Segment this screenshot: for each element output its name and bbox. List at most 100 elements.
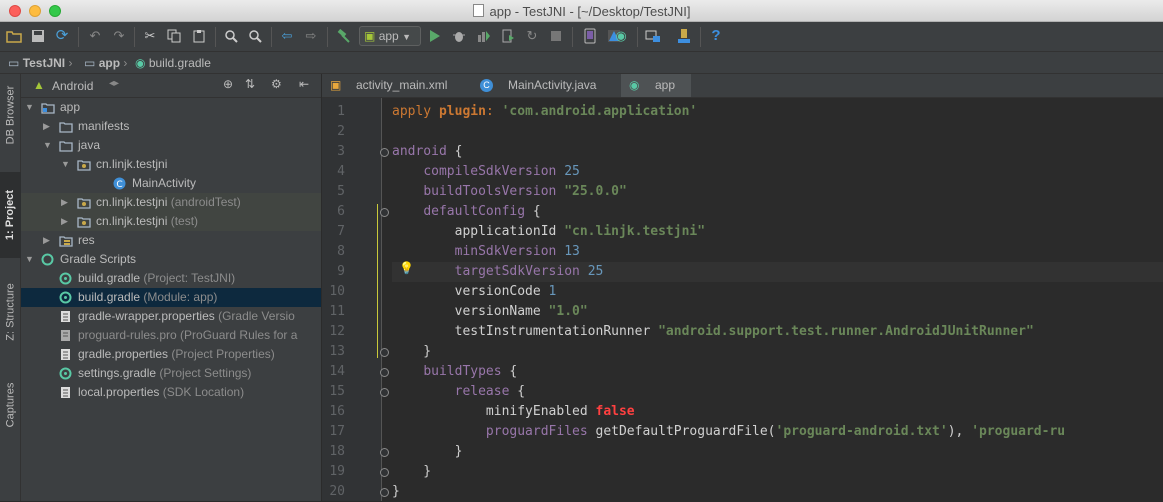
chevron-down-icon[interactable]: ▼	[25, 98, 35, 117]
tool-tab-captures[interactable]: Captures	[0, 366, 21, 444]
tree-item[interactable]: ▼ app	[21, 98, 321, 117]
tab-mainactivity-java[interactable]: C MainActivity.java	[470, 74, 620, 97]
tree-item[interactable]: ▼ cn.linjk.testjni	[21, 155, 321, 174]
android-monitor-icon[interactable]: ◉	[613, 28, 629, 44]
chevron-down-icon[interactable]: ▼	[43, 136, 53, 155]
tree-item[interactable]: proguard-rules.pro (ProGuard Rules for a	[21, 326, 321, 345]
code-line[interactable]: testInstrumentationRunner "android.suppo…	[392, 322, 1163, 342]
tree-item[interactable]: ▶ manifests	[21, 117, 321, 136]
tree-item[interactable]: gradle-wrapper.properties (Gradle Versio	[21, 307, 321, 326]
replace-icon[interactable]	[247, 28, 263, 44]
chevron-right-icon[interactable]: ▶	[43, 231, 53, 250]
copy-icon[interactable]	[166, 28, 182, 44]
code-line[interactable]: compileSdkVersion 25	[392, 162, 1163, 182]
code-line[interactable]: versionName "1.0"	[392, 302, 1163, 322]
tool-tab-db-browser[interactable]: DB Browser	[0, 76, 21, 154]
apply-changes-icon[interactable]	[500, 28, 516, 44]
code-line[interactable]	[392, 122, 1163, 142]
forward-icon[interactable]: ⇨	[303, 28, 319, 44]
lightbulb-icon[interactable]: 💡	[399, 261, 414, 275]
save-all-icon[interactable]	[30, 28, 46, 44]
code-line[interactable]: defaultConfig {	[392, 202, 1163, 222]
tree-item[interactable]: build.gradle (Project: TestJNI)	[21, 269, 321, 288]
chevron-down-icon[interactable]: ▼	[61, 155, 71, 174]
hide-panel-icon[interactable]: ⇤	[299, 77, 309, 91]
code-line[interactable]: release {	[392, 382, 1163, 402]
project-structure-icon[interactable]	[645, 28, 661, 44]
fold-marker-icon[interactable]	[380, 208, 389, 217]
code-line[interactable]: buildTypes {	[392, 362, 1163, 382]
gear-icon[interactable]: ⚙	[271, 77, 282, 91]
code-line[interactable]: applicationId "cn.linjk.testjni"	[392, 222, 1163, 242]
breadcrumb-item-file[interactable]: ◉ build.gradle	[135, 55, 211, 71]
rerun-icon[interactable]: ↻	[524, 28, 540, 44]
tool-tab-project[interactable]: 1: Project	[0, 172, 21, 258]
paste-icon[interactable]	[191, 28, 207, 44]
tab-activity-main-xml[interactable]: ▣ activity_main.xml	[322, 74, 469, 97]
fold-marker-icon[interactable]	[380, 368, 389, 377]
fold-marker-icon[interactable]	[380, 488, 389, 497]
fold-marker-icon[interactable]	[380, 448, 389, 457]
sync-icon[interactable]: ⟳	[54, 28, 70, 44]
code-line[interactable]: buildToolsVersion "25.0.0"	[392, 182, 1163, 202]
tree-item[interactable]: ▶ res	[21, 231, 321, 250]
avd-manager-icon[interactable]	[582, 28, 598, 44]
fold-marker-icon[interactable]	[380, 148, 389, 157]
code-line[interactable]: minifyEnabled false	[392, 402, 1163, 422]
run-icon[interactable]	[427, 28, 443, 44]
code-line[interactable]: targetSdkVersion 25	[392, 262, 1163, 282]
cut-icon[interactable]: ✂	[142, 28, 158, 44]
editor-gutter[interactable]: 1 2 3 4 5 6 7 8 9 10 11 12 13 14 15 16 17 18 19 20	[322, 98, 389, 501]
tree-item-label: proguard-rules.pro (ProGuard Rules for a	[78, 326, 297, 345]
build-hammer-icon[interactable]	[335, 28, 351, 44]
chevron-right-icon[interactable]: ▶	[61, 212, 71, 231]
code-editor[interactable]: 1 2 3 4 5 6 7 8 9 10 11 12 13 14 15 16 17 18 19 20 apply pl…	[322, 98, 1163, 501]
breadcrumb-item-project[interactable]: ▭ TestJNI ›	[8, 55, 73, 71]
code-line[interactable]: apply plugin: 'com.android.application'	[392, 102, 1163, 122]
fold-marker-icon[interactable]	[380, 348, 389, 357]
fold-marker-icon[interactable]	[380, 468, 389, 477]
tree-item[interactable]: local.properties (SDK Location)	[21, 383, 321, 402]
code-line[interactable]: }	[392, 482, 1163, 502]
locate-icon[interactable]: ⊕	[223, 77, 233, 91]
undo-icon[interactable]: ↶	[87, 28, 103, 44]
tree-item-label: MainActivity	[132, 174, 196, 193]
code-line[interactable]: }	[392, 462, 1163, 482]
stop-icon[interactable]	[548, 28, 564, 44]
code-line[interactable]: }	[392, 442, 1163, 462]
breadcrumb-item-module[interactable]: ▭ app ›	[84, 55, 127, 71]
find-icon[interactable]	[223, 28, 239, 44]
tree-item[interactable]: ▼ Gradle Scripts	[21, 250, 321, 269]
chevron-right-icon[interactable]: ▶	[61, 193, 71, 212]
code-line[interactable]: versionCode 1	[392, 282, 1163, 302]
run-configuration-select[interactable]: ▣ app ▼	[359, 26, 421, 46]
fold-marker-icon[interactable]	[380, 388, 389, 397]
chevron-down-icon[interactable]: ▼	[25, 250, 35, 269]
chevron-right-icon[interactable]: ▶	[43, 117, 53, 136]
tab-app-gradle[interactable]: ◉ app	[621, 74, 691, 97]
device-file-icon[interactable]	[676, 28, 692, 44]
tree-item-hint: (Gradle Versio	[214, 309, 295, 323]
tool-tab-structure[interactable]: Z: Structure	[0, 266, 21, 358]
redo-icon[interactable]: ↷	[111, 28, 127, 44]
debug-icon[interactable]	[451, 28, 467, 44]
code-line[interactable]: minSdkVersion 13	[392, 242, 1163, 262]
tree-item-hint: (androidTest)	[167, 195, 241, 209]
help-icon[interactable]: ?	[708, 28, 724, 44]
collapse-all-icon[interactable]: ⇅	[245, 77, 255, 91]
project-view-mode-select[interactable]: Android	[52, 79, 93, 93]
tree-item[interactable]: gradle.properties (Project Properties)	[21, 345, 321, 364]
code-line[interactable]: proguardFiles getDefaultProguardFile('pr…	[392, 422, 1163, 442]
tree-item[interactable]: build.gradle (Module: app)	[21, 288, 321, 307]
tree-item[interactable]: ▶ cn.linjk.testjni (androidTest)	[21, 193, 321, 212]
code-line[interactable]: android {	[392, 142, 1163, 162]
tree-item[interactable]: ▼ java	[21, 136, 321, 155]
back-icon[interactable]: ⇦	[279, 28, 295, 44]
code-line[interactable]: }	[392, 342, 1163, 362]
tree-item[interactable]: C MainActivity	[21, 174, 321, 193]
profile-icon[interactable]	[476, 28, 492, 44]
tree-item[interactable]: settings.gradle (Project Settings)	[21, 364, 321, 383]
open-folder-icon[interactable]	[6, 28, 22, 44]
tree-item[interactable]: ▶ cn.linjk.testjni (test)	[21, 212, 321, 231]
